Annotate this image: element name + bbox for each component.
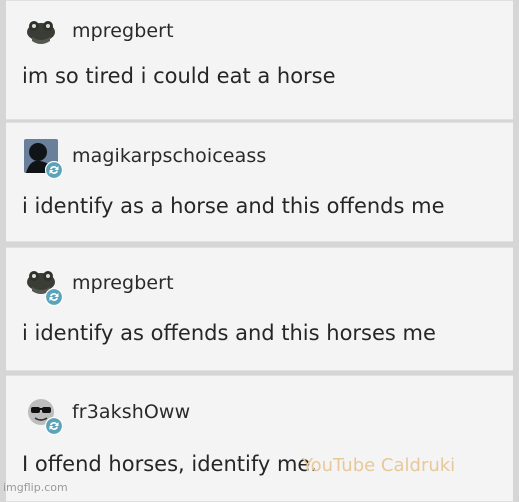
post-text: i identify as a horse and this offends m… (22, 194, 445, 218)
post-card (6, 0, 513, 120)
post-card (6, 247, 513, 371)
imgflip-footer: imgflip.com (3, 481, 68, 494)
username[interactable]: mpregbert (72, 272, 174, 294)
frog-avatar-icon[interactable] (24, 16, 58, 50)
username[interactable]: mpregbert (72, 20, 174, 42)
post-text: i identify as offends and this horses me (22, 321, 436, 345)
watermark: YouTube Caldruki (302, 455, 456, 476)
post-card (6, 122, 513, 242)
reblog-icon (45, 161, 63, 179)
username[interactable]: magikarpschoiceass (72, 145, 266, 167)
username[interactable]: fr3akshOww (72, 401, 190, 423)
reblog-icon (45, 417, 63, 435)
post-thread: mpregbert im so tired i could eat a hors… (0, 0, 519, 502)
post-card (6, 375, 513, 502)
post-text: I offend horses, identify me. (22, 452, 318, 476)
post-text: im so tired i could eat a horse (22, 64, 336, 88)
reblog-icon (45, 288, 63, 306)
